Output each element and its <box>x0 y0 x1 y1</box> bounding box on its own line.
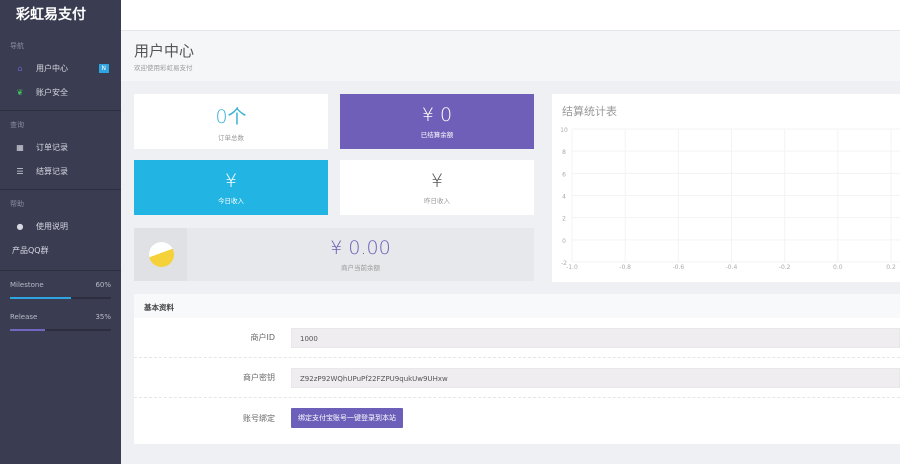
x-tick-label: -0.2 <box>779 264 791 271</box>
sidebar-item-orders[interactable]: ▦ 订单记录 <box>0 135 121 159</box>
x-tick-label: 0.2 <box>886 264 896 271</box>
page-title: 用户中心 <box>134 42 195 60</box>
panel-title: 基本资料 <box>134 294 900 318</box>
sidebar-item-user-center[interactable]: ⌂ 用户中心 N <box>0 56 121 80</box>
label: 使用说明 <box>36 221 68 231</box>
calculator-icon: ▦ <box>16 142 24 152</box>
top-bar <box>121 0 900 31</box>
progress-release: Release 35% <box>0 313 121 331</box>
label: 结算记录 <box>36 166 68 176</box>
label: 订单记录 <box>36 142 68 152</box>
pie-icon <box>149 242 174 267</box>
section-title: 查询 <box>10 121 24 129</box>
sidebar-item-help[interactable]: ● 使用说明 <box>0 214 121 238</box>
sidebar-item-security[interactable]: ❦ 账户安全 <box>0 80 121 104</box>
account-bind-label: 账号绑定 <box>243 413 275 423</box>
merchant-key-field[interactable]: Z92zP92WQhUPuPf22FZPU9qukUw9UHxw <box>291 367 900 388</box>
stat-orders: 0个 订单总数 <box>134 94 328 149</box>
settlement-chart: 结算统计表 10 8 6 4 2 0 -2 -1.0 -0.8 -0.6 -0.4 -0.2 0.0 0.… <box>552 94 900 282</box>
brand-logo[interactable]: 彩虹易支付 <box>0 0 121 32</box>
label: 用户中心 <box>36 63 68 73</box>
sidebar-item-qq-group[interactable]: 产品QQ群 <box>0 238 121 262</box>
stat-today: ¥ 今日收入 <box>134 160 328 215</box>
label: 账户安全 <box>36 87 68 97</box>
page-header: 用户中心 欢迎使用彩虹易支付 <box>121 31 900 81</box>
y-tick-label: 10 <box>560 127 568 134</box>
y-tick-label: 2 <box>562 216 566 223</box>
merchant-id-field[interactable]: 1000 <box>291 327 900 348</box>
chart-svg: 1086420-2-1.0 -0.8 -0.6 -0.4 -0.2 0.0 0.2 <box>560 127 900 271</box>
x-tick-label: 0.0 <box>833 264 843 271</box>
y-tick-label: 4 <box>562 194 566 201</box>
x-tick-label: -1.0 <box>566 264 578 271</box>
stat-yesterday: ¥ 昨日收入 <box>340 160 534 215</box>
section-title: 帮助 <box>10 200 24 208</box>
home-icon: ⌂ <box>17 63 23 73</box>
y-tick-label: 6 <box>562 171 566 178</box>
merchant-id-label: 商户ID <box>250 333 275 342</box>
x-tick-label: -0.4 <box>726 264 738 271</box>
sidebar-item-settlements[interactable]: ☰ 结算记录 <box>0 159 121 183</box>
merchant-key-label: 商户密钥 <box>243 373 275 382</box>
y-tick-label: 8 <box>562 149 566 156</box>
leaf-icon: ❦ <box>16 87 24 97</box>
info-icon: ● <box>16 221 24 231</box>
progress-milestone: Milestone 60% <box>0 281 121 299</box>
page-subtitle: 欢迎使用彩虹易支付 <box>134 64 193 72</box>
section-title: 导航 <box>10 42 24 50</box>
x-tick-label: -0.8 <box>619 264 631 271</box>
stat-settled: ¥ 0 已结算余额 <box>340 94 534 149</box>
list-icon: ☰ <box>16 166 24 176</box>
bind-alipay-button[interactable]: 绑定支付宝账号一键登录到本站 <box>291 408 403 428</box>
label: 产品QQ群 <box>12 245 49 255</box>
basic-info-panel: 基本资料 商户ID 1000 商户密钥 Z92zP92WQhUPuPf22FZPU9… <box>134 294 900 444</box>
sidebar: 彩虹易支付 导航 ⌂ 用户中心 N ❦ 账户安全 查询 ▦ 订单记录 ☰ 结算记录 帮助 … <box>0 0 121 464</box>
x-tick-label: -0.6 <box>672 264 684 271</box>
new-badge: N <box>98 63 109 73</box>
y-tick-label: 0 <box>562 238 566 245</box>
balance-card: ¥ 0.00 商户当前余额 <box>134 228 534 281</box>
